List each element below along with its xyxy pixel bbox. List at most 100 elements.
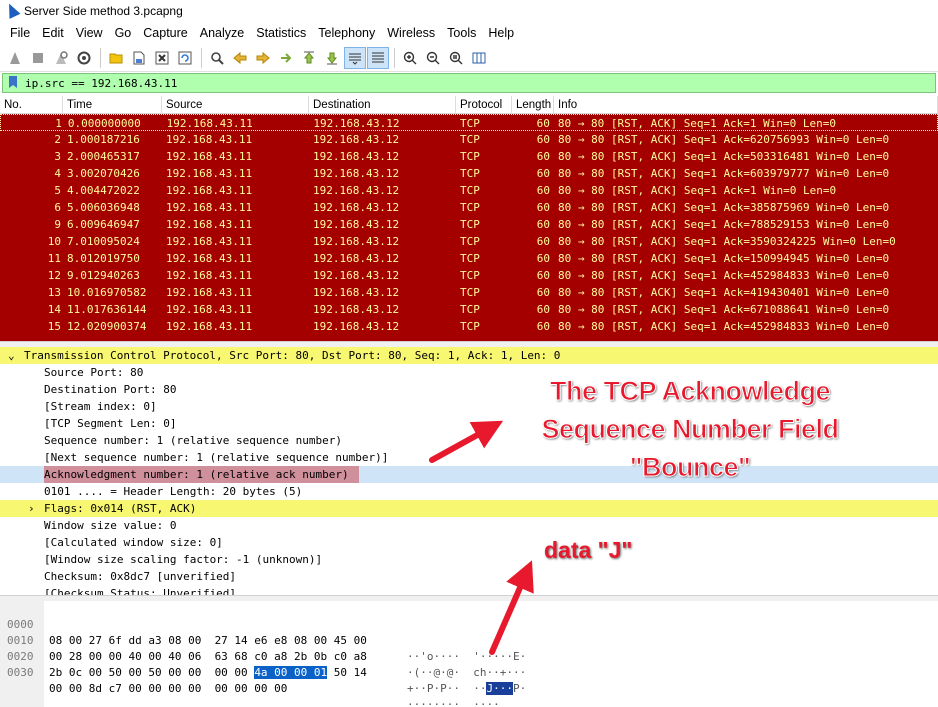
go-to-packet-icon[interactable] (275, 47, 297, 69)
zoom-normal-icon[interactable] (445, 47, 467, 69)
menu-capture[interactable]: Capture (137, 26, 193, 40)
bytes-ascii[interactable]: ··'o···· '·····E· (407, 649, 526, 665)
menu-telephony[interactable]: Telephony (312, 26, 381, 40)
go-forward-icon[interactable] (252, 47, 274, 69)
packet-row[interactable]: 10 7.010095024 192.168.43.11 192.168.43.12 T… (0, 233, 938, 250)
packet-cell-no: 13 (47, 286, 61, 299)
packet-cell-dst: 192.168.43.12 (313, 167, 400, 180)
bytes-hex[interactable]: 2b 0c 00 50 00 50 00 00 00 00 4a 00 00 0… (49, 665, 367, 681)
packet-cell-time: 1.000187216 (67, 133, 140, 146)
packet-cell-dst: 192.168.43.12 (313, 252, 400, 265)
detail-stream-index: [Stream index: 0] (44, 400, 157, 413)
first-packet-icon[interactable] (298, 47, 320, 69)
packet-cell-dst: 192.168.43.12 (313, 201, 400, 214)
packet-cell-time: 3.002070426 (67, 167, 140, 180)
packet-row[interactable]: 13 10.016970582 192.168.43.11 192.168.43.12… (0, 284, 938, 301)
packet-row[interactable]: 3 2.000465317 192.168.43.11 192.168.43.12 TC… (0, 148, 938, 165)
filter-bookmark-icon[interactable] (7, 75, 21, 91)
packet-row[interactable]: 1 0.000000000 192.168.43.11 192.168.43.12 TC… (0, 114, 938, 131)
annotation-line: The TCP Acknowledge (549, 376, 831, 407)
column-header-length[interactable]: Length (512, 96, 554, 113)
packet-cell-src: 192.168.43.11 (166, 167, 253, 180)
packet-row[interactable]: 11 8.012019750 192.168.43.11 192.168.43.12 T… (0, 250, 938, 267)
tcp-tree-header[interactable]: ⌄ Transmission Control Protocol, Src Por… (0, 347, 938, 364)
packet-cell-no: 15 (47, 320, 61, 333)
detail-line[interactable]: Window size value: 0 (0, 517, 938, 534)
bytes-hex[interactable]: 08 00 27 6f dd a3 08 00 27 14 e6 e8 08 0… (49, 633, 367, 649)
close-file-icon[interactable] (151, 47, 173, 69)
packet-cell-src: 192.168.43.11 (166, 218, 253, 231)
packet-cell-src: 192.168.43.11 (166, 117, 253, 130)
packet-row[interactable]: 12 9.012940263 192.168.43.11 192.168.43.12 T… (0, 267, 938, 284)
bytes-ascii[interactable]: ········ ···· (407, 697, 500, 707)
start-capture-fin-icon[interactable] (4, 47, 26, 69)
detail-line[interactable]: Checksum: 0x8dc7 [unverified] (0, 568, 938, 585)
display-filter-input[interactable] (25, 76, 905, 90)
autoscroll-icon[interactable] (344, 46, 366, 69)
packet-row[interactable]: 9 6.009646947 192.168.43.11 192.168.43.12 TC… (0, 216, 938, 233)
go-back-icon[interactable] (229, 47, 251, 69)
packet-cell-len: 60 (536, 252, 550, 265)
packet-cell-len: 60 (536, 320, 550, 333)
detail-line[interactable]: [Calculated window size: 0] (0, 534, 938, 551)
column-header-protocol[interactable]: Protocol (456, 96, 512, 113)
bytes-ascii[interactable]: ·(··@·@· ch··+··· (407, 665, 526, 681)
packet-cell-proto: TCP (460, 201, 480, 214)
resize-columns-icon[interactable] (468, 47, 490, 69)
packet-row[interactable]: 14 11.017636144 192.168.43.11 192.168.43.12… (0, 301, 938, 318)
stop-capture-icon[interactable] (27, 47, 49, 69)
column-header-no[interactable]: No. (0, 96, 63, 113)
restart-capture-icon[interactable] (50, 47, 72, 69)
bytes-hex[interactable]: 00 00 8d c7 00 00 00 00 00 00 00 00 (49, 681, 287, 697)
last-packet-icon[interactable] (321, 47, 343, 69)
packet-row[interactable]: 4 3.002070426 192.168.43.11 192.168.43.12 TC… (0, 165, 938, 182)
detail-line[interactable]: [Checksum Status: Unverified] (0, 585, 938, 595)
packet-cell-proto: TCP (460, 133, 480, 146)
save-file-icon[interactable] (128, 47, 150, 69)
menu-file[interactable]: File (4, 26, 36, 40)
main-toolbar (0, 44, 938, 72)
packet-row[interactable]: 2 1.000187216 192.168.43.11 192.168.43.12 TC… (0, 131, 938, 148)
display-filter (2, 73, 936, 93)
detail-line[interactable]: [Window size scaling factor: -1 (unknown… (0, 551, 938, 568)
open-file-icon[interactable] (105, 47, 127, 69)
find-packet-icon[interactable] (206, 47, 228, 69)
menu-analyze[interactable]: Analyze (194, 26, 250, 40)
column-header-time[interactable]: Time (63, 96, 162, 113)
bytes-ascii[interactable]: +··P·P·· ··J···P· (407, 681, 526, 697)
packet-cell-time: 7.010095024 (67, 235, 140, 248)
colorize-icon[interactable] (367, 46, 389, 69)
packet-cell-time: 8.012019750 (67, 252, 140, 265)
capture-options-gear-icon[interactable] (73, 47, 95, 69)
column-header-destination[interactable]: Destination (309, 96, 456, 113)
column-header-info[interactable]: Info (554, 96, 938, 113)
menu-view[interactable]: View (70, 26, 109, 40)
packet-cell-dst: 192.168.43.12 (313, 320, 400, 333)
menu-statistics[interactable]: Statistics (250, 26, 312, 40)
menu-help[interactable]: Help (482, 26, 520, 40)
packet-row[interactable]: 5 4.004472022 192.168.43.11 192.168.43.12 TC… (0, 182, 938, 199)
packet-cell-no: 1 (55, 117, 62, 130)
column-header-source[interactable]: Source (162, 96, 309, 113)
packet-cell-src: 192.168.43.11 (166, 184, 253, 197)
collapse-arrow-icon[interactable]: ⌄ (8, 347, 18, 364)
expand-arrow-icon[interactable]: › (28, 500, 35, 517)
detail-flags[interactable]: › Flags: 0x014 (RST, ACK) (0, 500, 938, 517)
zoom-out-icon[interactable] (422, 47, 444, 69)
packet-cell-src: 192.168.43.11 (166, 252, 253, 265)
zoom-in-icon[interactable] (399, 47, 421, 69)
ascii-segment: ·(··@·@· ch··+··· (407, 666, 527, 679)
detail-segment-len: [TCP Segment Len: 0] (44, 417, 177, 430)
menu-tools[interactable]: Tools (441, 26, 482, 40)
bytes-hex[interactable]: 00 28 00 00 40 00 40 06 63 68 c0 a8 2b 0… (49, 649, 367, 665)
menu-go[interactable]: Go (109, 26, 138, 40)
menu-wireless[interactable]: Wireless (381, 26, 441, 40)
packet-cell-info: 80 → 80 [RST, ACK] Seq=1 Ack=788529153 W… (558, 218, 890, 231)
packet-row[interactable]: 6 5.006036948 192.168.43.11 192.168.43.12 TC… (0, 199, 938, 216)
detail-calc-window: [Calculated window size: 0] (44, 536, 223, 549)
reload-file-icon[interactable] (174, 47, 196, 69)
hex-segment: 00 00 8d c7 00 00 00 00 00 00 00 00 (49, 682, 288, 695)
menu-edit[interactable]: Edit (36, 26, 70, 40)
packet-row[interactable]: 15 12.020900374 192.168.43.11 192.168.43.12… (0, 318, 938, 335)
menu-bar: File Edit View Go Capture Analyze Statis… (0, 22, 938, 44)
